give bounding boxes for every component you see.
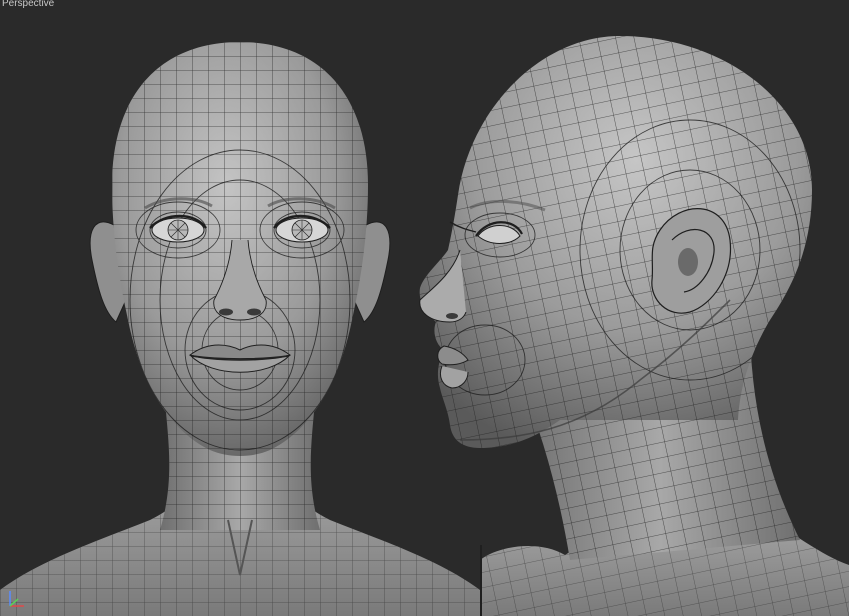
front-head-model[interactable] bbox=[0, 40, 480, 616]
viewport-scene bbox=[0, 20, 849, 616]
perspective-viewport[interactable]: Perspective bbox=[0, 0, 849, 616]
axis-gizmo-icon bbox=[9, 591, 24, 607]
front-right-eye bbox=[273, 214, 331, 243]
side-head-model[interactable] bbox=[400, 20, 849, 616]
front-left-eye bbox=[149, 214, 207, 243]
